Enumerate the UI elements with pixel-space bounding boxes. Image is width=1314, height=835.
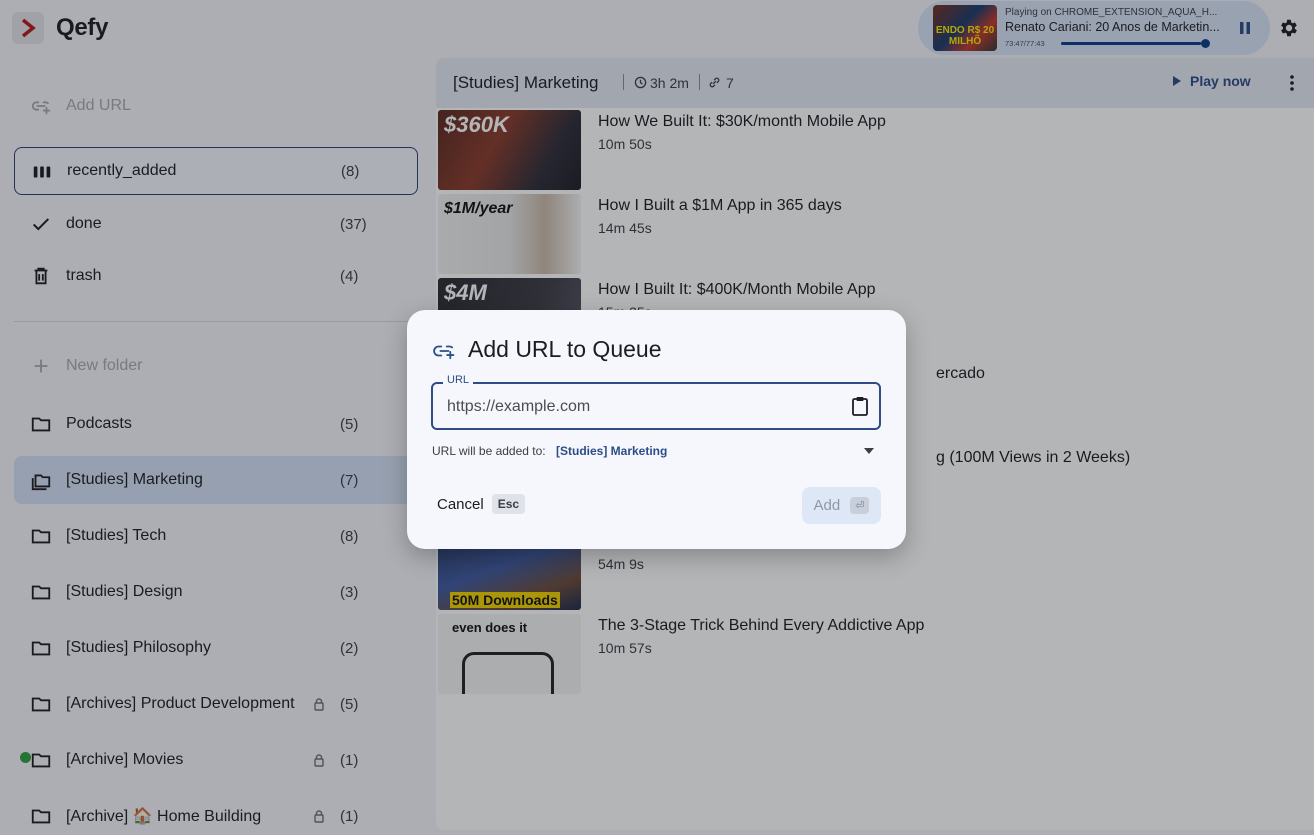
url-field[interactable]: URL — [431, 374, 881, 430]
add-url-dialog: Add URL to Queue URL URL will be added t… — [407, 310, 906, 549]
link-add-icon — [433, 345, 455, 360]
destination-label: URL will be added to: — [432, 444, 546, 458]
destination-selector[interactable]: URL will be added to: [Studies] Marketin… — [431, 443, 881, 461]
escape-key-hint: Esc — [491, 494, 526, 514]
clipboard-paste-icon[interactable] — [851, 396, 869, 416]
enter-key-hint: ⏎ — [850, 497, 870, 514]
dialog-title: Add URL to Queue — [468, 336, 662, 362]
caret-down-icon[interactable] — [863, 447, 875, 455]
destination-value[interactable]: [Studies] Marketing — [556, 444, 667, 458]
cancel-label: Cancel — [437, 495, 484, 513]
cancel-button[interactable]: Cancel Esc — [437, 494, 526, 514]
url-input[interactable] — [447, 396, 837, 418]
add-label: Add — [813, 497, 841, 514]
add-button[interactable]: Add ⏎ — [802, 487, 881, 524]
url-field-label: URL — [443, 374, 474, 386]
